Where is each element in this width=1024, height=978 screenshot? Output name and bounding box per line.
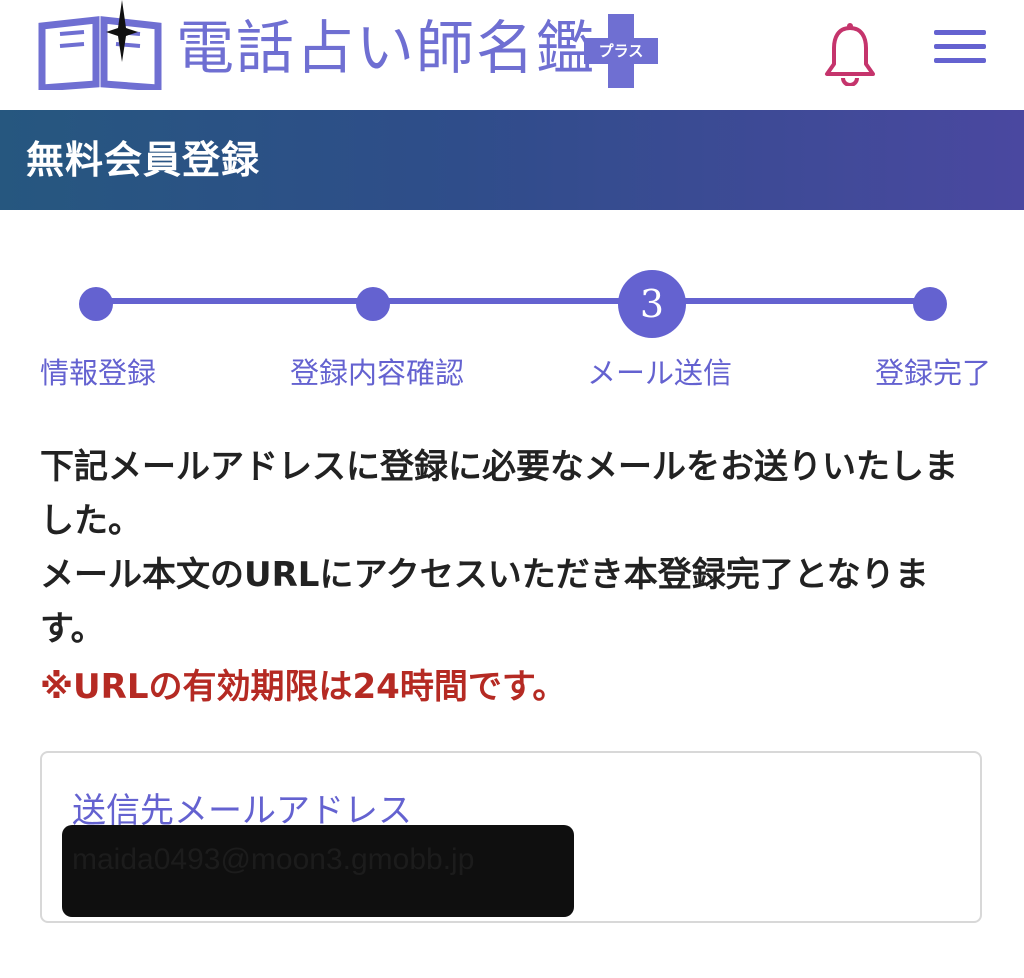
bell-icon[interactable]	[822, 22, 878, 86]
step-4-dot	[913, 287, 947, 321]
plus-badge: プラス	[584, 14, 658, 88]
step-1-dot	[79, 287, 113, 321]
step-label-complete: 登録完了	[875, 356, 992, 390]
open-book-star-icon[interactable]	[38, 0, 162, 90]
site-name[interactable]: 電話占い師名鑑	[176, 8, 596, 88]
step-2-dot	[356, 287, 390, 321]
hamburger-menu-icon[interactable]	[934, 30, 986, 70]
email-address-value: maida0493@moon3.gmobb.jp	[62, 825, 574, 917]
step-3-current-dot: 3	[618, 270, 686, 338]
stepper-line	[96, 298, 932, 304]
site-header: 電話占い師名鑑 プラス	[0, 0, 1024, 110]
message-sent-text: 下記メールアドレスに登録に必要なメールをお送りいたしました。	[40, 447, 958, 541]
step-label-send-mail: メール送信	[587, 356, 733, 390]
current-step-number: 3	[639, 282, 665, 326]
step-label-confirm: 登録内容確認	[290, 356, 465, 390]
page-title-band: 無料会員登録	[0, 110, 1024, 210]
step-label-info: 情報登録	[40, 356, 157, 390]
destination-email-box: 送信先メールアドレス maida0493@moon3.gmobb.jp	[40, 751, 982, 923]
message-access-url-text: メール本文のURLにアクセスいただき本登録完了となります。	[40, 555, 929, 649]
page-title: 無料会員登録	[26, 138, 261, 182]
plus-badge-label: プラス	[599, 42, 644, 60]
expiry-warning: ※URLの有効期限は24時間です。	[40, 667, 567, 707]
confirmation-message: 下記メールアドレスに登録に必要なメールをお送りいたしました。 メール本文のURL…	[40, 440, 990, 714]
